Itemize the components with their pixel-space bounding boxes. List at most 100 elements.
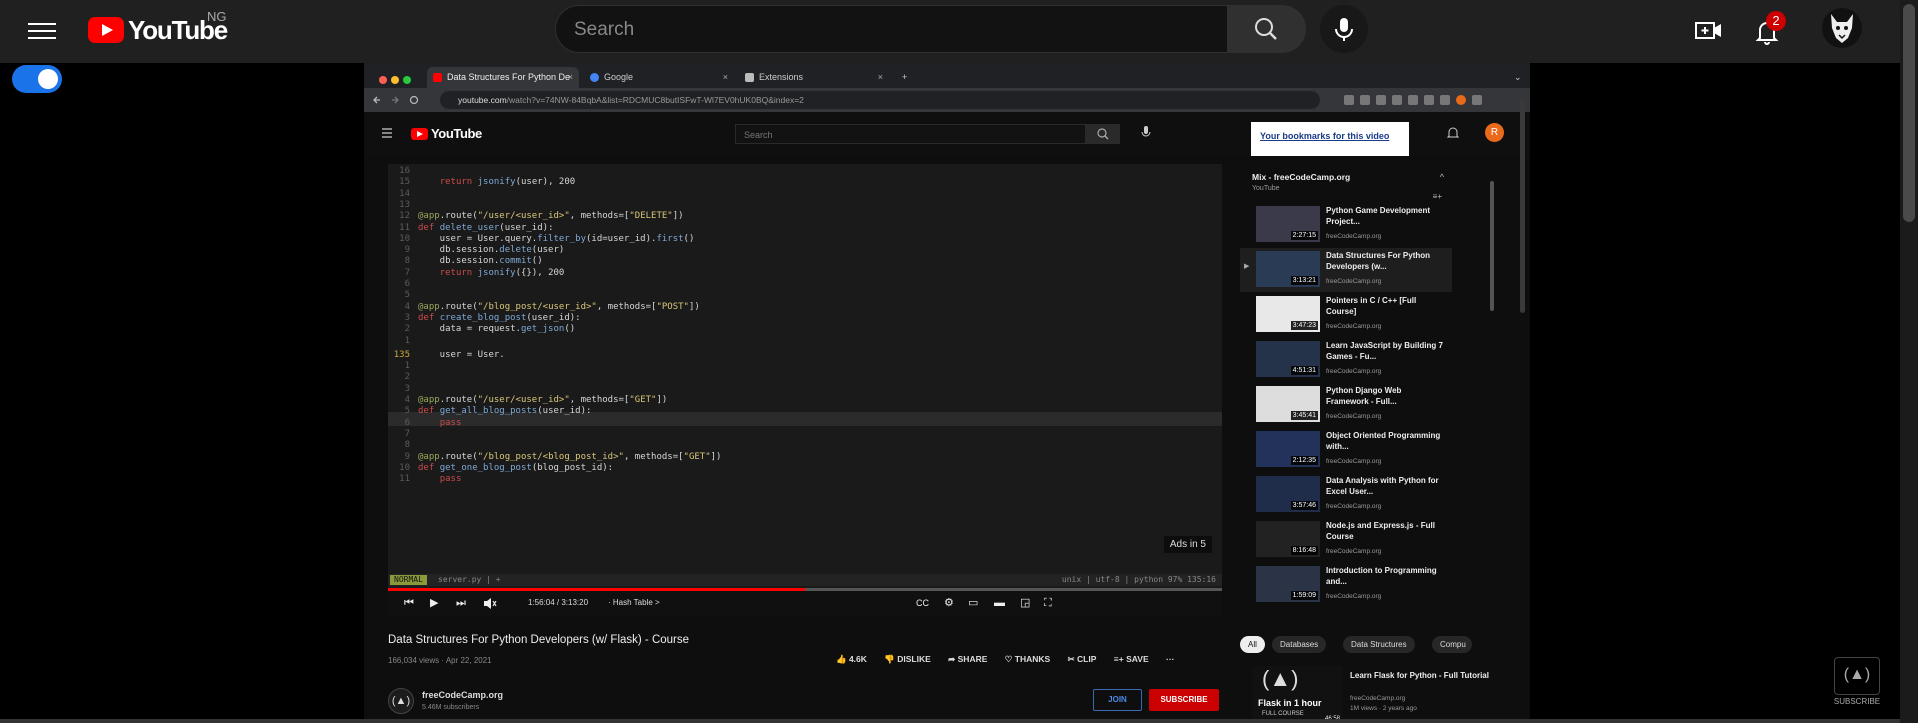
playlist-item-title: Python Django Web Framework - Full... (1326, 386, 1402, 406)
player-controls: ⏮ ▶ ⏭ 1:56:04 / 3:13:20 · Hash Table > C… (388, 591, 1222, 616)
playlist-item-title: Learn JavaScript by Building 7 Games - F… (1326, 341, 1443, 361)
code-line: data = request.get_json() (418, 324, 576, 335)
rec-thumb-sub: FULL COURSE (1262, 711, 1304, 717)
youtube-play-icon (88, 17, 124, 43)
chip-all: All (1240, 636, 1265, 653)
mic-icon (1335, 18, 1353, 41)
code-line: pass (439, 417, 462, 428)
browser-tab: Google × (584, 67, 734, 88)
playlist-item-title: Data Structures For Python Developers (w… (1326, 251, 1431, 271)
playlist-item-title: Node.js and Express.js - Full Course (1326, 521, 1435, 541)
playlist-item: 8:16:48 Node.js and Express.js - Full Cou… (1240, 518, 1452, 562)
ads-countdown: Ads in 5 (1163, 536, 1212, 553)
line-number: 3 (404, 383, 410, 394)
rec-meta: 1M views · 2 years ago (1350, 705, 1417, 712)
google-favicon-icon (590, 73, 599, 82)
browser-tab: Data Structures For Python De × (427, 67, 579, 88)
menu-icon[interactable] (28, 18, 56, 42)
channel-name: freeCodeCamp.org (422, 690, 504, 700)
join-button: JOIN (1093, 689, 1142, 711)
recorded-search-button (1086, 124, 1120, 144)
volume-muted-icon (484, 598, 497, 609)
code-line: return jsonify({}), 200 (439, 267, 565, 278)
code-line: user = User. (418, 349, 505, 360)
nav-arrows-icon (373, 95, 419, 105)
extension-icon (1360, 95, 1370, 105)
youtube-logo[interactable]: YouTube NG (88, 9, 228, 46)
playlist-thumbnail: 2:27:15 (1256, 206, 1320, 242)
playlist-item: 3:57:46 Data Analysis with Python for Exc… (1240, 473, 1452, 517)
menu-icon (382, 128, 392, 138)
line-number: 15 (399, 177, 410, 188)
recorded-youtube-logo: YouTube (411, 126, 482, 141)
playlist-item: ▶ 3:13:21 Data Structures For Python Devel… (1240, 248, 1452, 292)
account-avatar[interactable] (1822, 8, 1862, 48)
puzzle-icon (1424, 95, 1434, 105)
search-button[interactable] (1228, 5, 1306, 53)
playlist-item-channel: freeCodeCamp.org (1326, 368, 1382, 375)
playlist-item: 4:51:31 Learn JavaScript by Building 7 Ga… (1240, 338, 1452, 382)
vim-status-right: unix | utf-8 | python 97% 135:16 (1061, 575, 1216, 584)
line-number: 9 (404, 245, 410, 256)
playlist-duration: 3:45:41 (1290, 411, 1318, 420)
playlist-duration: 4:51:31 (1290, 366, 1318, 375)
vim-filename: server.py | + (438, 575, 501, 584)
freecodecamp-watermark[interactable]: (▲) SUBSCRIBE (1833, 657, 1881, 706)
profile-icon (1456, 95, 1466, 105)
playlist-item-channel: freeCodeCamp.org (1326, 323, 1382, 330)
line-number: 2 (404, 372, 410, 383)
url-host: youtube.com (458, 95, 507, 105)
playlist-add-icon: ≡+ (1432, 192, 1442, 201)
video-frame[interactable]: Data Structures For Python De × Google ×… (364, 63, 1530, 723)
code-line: db.session.delete(user) (418, 245, 565, 256)
create-button[interactable] (1688, 11, 1728, 51)
thanks-label: THANKS (1014, 654, 1051, 664)
code-line: def get_all_blog_posts(user_id): (418, 406, 592, 417)
scrollbar-thumb[interactable] (1903, 4, 1915, 222)
puzzle-favicon-icon (745, 73, 754, 82)
vim-status-line: NORMAL server.py | + unix | utf-8 | pyth… (388, 574, 1222, 586)
playlist-thumbnail: 2:12:35 (1256, 431, 1320, 467)
rec-channel: freeCodeCamp.org (1350, 695, 1406, 702)
recommended-video: (▲) Flask in 1 hour FULL COURSE 46:58 Le… (1240, 666, 1500, 723)
mix-playlist: Mix - freeCodeCamp.org YouTube ^ ≡+ 2:27… (1240, 164, 1452, 603)
extension-toggle[interactable] (12, 65, 62, 93)
line-number: 135 (393, 349, 410, 360)
search-box[interactable] (555, 5, 1228, 54)
playlist-duration: 2:27:15 (1290, 231, 1318, 240)
next-icon: ⏭ (456, 597, 466, 609)
line-number: 6 (404, 417, 410, 428)
recorded-search-field: Search (735, 124, 1086, 144)
channel-avatar: (▲) (388, 688, 414, 714)
line-number: 6 (404, 279, 410, 289)
line-number: 12 (399, 211, 410, 222)
minimize-window-icon (391, 76, 399, 84)
chapter-label: · Hash Table > (608, 598, 660, 607)
line-number: 4 (404, 301, 410, 312)
menu-dots-icon (1472, 95, 1482, 105)
voice-search-button[interactable] (1320, 5, 1368, 53)
line-number: 13 (399, 199, 410, 210)
theater-mode-icon: ▬ (994, 597, 1005, 609)
clip-label: CLIP (1077, 654, 1097, 664)
settings-gear-icon: ⚙ (944, 597, 954, 609)
tab-close-icon: × (722, 72, 728, 82)
playlist-item-channel: freeCodeCamp.org (1326, 413, 1382, 420)
captions-icon: CC (916, 598, 929, 608)
search-icon (1097, 128, 1109, 140)
playlist-item-title: Object Oriented Programming with... (1326, 431, 1441, 451)
search-input[interactable] (556, 6, 1196, 54)
mix-subtitle: YouTube (1252, 185, 1280, 192)
playlist-item-channel: freeCodeCamp.org (1326, 233, 1382, 240)
playlist-duration: 3:47:23 (1290, 321, 1318, 330)
maximize-window-icon (403, 76, 411, 84)
chip-data-structures: Data Structures (1343, 636, 1415, 653)
playlist-item-channel: freeCodeCamp.org (1326, 503, 1382, 510)
tab-close-icon: × (567, 72, 573, 82)
bookmark-star-icon (1376, 95, 1386, 105)
line-number: 16 (399, 166, 410, 176)
playlist-thumbnail: 8:16:48 (1256, 521, 1320, 557)
channel-subscribers: 5.46M subscribers (422, 704, 480, 711)
playlist-item: 2:27:15 Python Game Development Project..… (1240, 203, 1452, 247)
page-scrollbar[interactable] (1900, 0, 1918, 723)
